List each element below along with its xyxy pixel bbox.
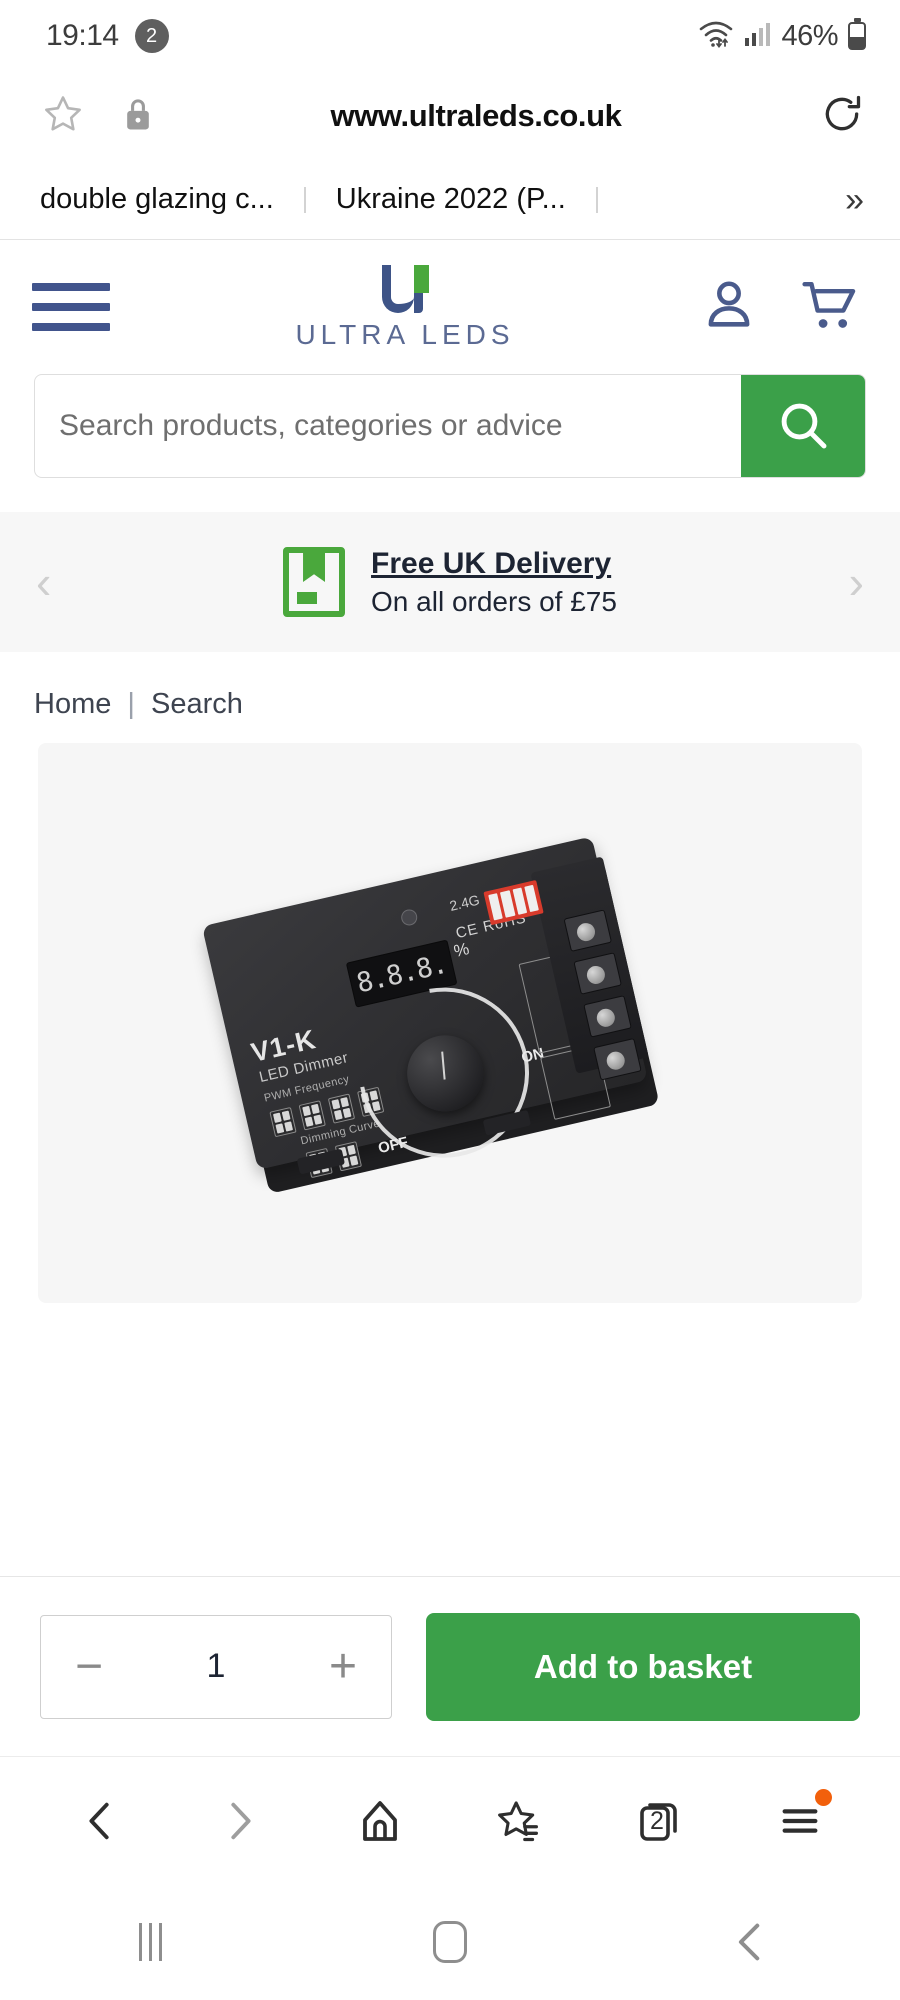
banner-slide[interactable]: Free UK Delivery On all orders of £75 xyxy=(283,547,617,618)
android-back-button[interactable] xyxy=(704,1896,796,1988)
menu-update-badge-icon xyxy=(815,1788,832,1806)
banner-subtitle: On all orders of £75 xyxy=(371,585,617,617)
browser-bottom-toolbar: 2 xyxy=(0,1756,900,1884)
add-to-basket-button[interactable]: Add to basket xyxy=(426,1612,860,1721)
device-push-button xyxy=(399,907,419,928)
promo-banner-carousel: ‹ Free UK Delivery On all orders of £75 … xyxy=(0,512,900,652)
recents-icon xyxy=(138,1923,162,1961)
android-navigation-bar xyxy=(0,1884,900,2000)
browser-back-button[interactable] xyxy=(54,1775,146,1867)
site-header: ULTRA LEDS xyxy=(0,240,900,374)
lock-icon[interactable] xyxy=(124,97,152,136)
device-frequency-label: 2.4G xyxy=(447,891,482,914)
battery-percent-label: 46% xyxy=(781,19,838,52)
star-list-icon xyxy=(498,1800,538,1841)
search-input[interactable] xyxy=(35,375,741,477)
banner-title-link[interactable]: Free UK Delivery xyxy=(371,547,617,581)
product-image-container[interactable]: 2.4G CE RoHS 8.8.8. % V1-K LED Dimmer PW… xyxy=(38,743,862,1303)
breadcrumb: Home | Search xyxy=(0,652,900,743)
chevron-right-icon xyxy=(231,1802,251,1839)
status-bar: 19:14 2 46% xyxy=(0,0,900,72)
product-image-led-dimmer: 2.4G CE RoHS 8.8.8. % V1-K LED Dimmer PW… xyxy=(201,827,698,1218)
tab-separator xyxy=(595,186,598,213)
chevron-left-icon xyxy=(89,1802,109,1839)
logo-wordmark: ULTRA LEDS xyxy=(295,319,515,350)
status-time: 19:14 xyxy=(46,19,119,52)
search-section xyxy=(0,374,900,478)
search-bar xyxy=(34,374,866,478)
wifi-icon xyxy=(699,20,733,53)
tab-item-0[interactable]: double glazing c... xyxy=(40,183,274,216)
banner-prev-arrow-icon[interactable]: ‹ xyxy=(28,559,59,605)
sticky-buy-bar: − 1 + Add to basket xyxy=(0,1576,900,1756)
browser-bookmarks-button[interactable] xyxy=(474,1775,566,1867)
logo-mark-icon xyxy=(378,263,432,315)
android-recents-button[interactable] xyxy=(104,1896,196,1988)
star-outline-icon[interactable] xyxy=(42,93,84,140)
banner-text-group: Free UK Delivery On all orders of £75 xyxy=(371,547,617,618)
breadcrumb-item-search[interactable]: Search xyxy=(151,688,243,720)
tabs-overflow-chevron-icon[interactable]: » xyxy=(845,183,874,217)
browser-url-bar[interactable]: www.ultraleds.co.uk xyxy=(0,72,900,160)
quantity-decrement-button[interactable]: − xyxy=(75,1642,103,1689)
quantity-stepper: − 1 + xyxy=(40,1614,392,1719)
browser-tabs-button[interactable]: 2 xyxy=(614,1775,706,1867)
notification-count-badge: 2 xyxy=(134,19,169,53)
signal-bars-icon xyxy=(743,21,771,52)
hamburger-menu-icon[interactable] xyxy=(32,283,110,331)
browser-menu-button[interactable] xyxy=(754,1775,846,1867)
url-bar-left-icons xyxy=(42,93,152,140)
account-person-icon[interactable] xyxy=(700,276,758,339)
status-bar-left: 19:14 2 xyxy=(46,19,169,53)
quantity-increment-button[interactable]: + xyxy=(329,1642,357,1689)
battery-icon xyxy=(848,18,866,50)
device-percent-symbol: % xyxy=(451,939,471,962)
home-icon xyxy=(363,1800,397,1841)
url-text[interactable]: www.ultraleds.co.uk xyxy=(152,98,820,134)
quantity-value[interactable]: 1 xyxy=(207,1647,226,1686)
phone-screen: 19:14 2 46% www.ultraleds.co.uk double g… xyxy=(0,0,900,2000)
search-submit-button[interactable] xyxy=(741,375,865,477)
site-logo[interactable]: ULTRA LEDS xyxy=(110,263,700,351)
shopping-cart-icon[interactable] xyxy=(800,276,860,339)
search-magnifier-icon xyxy=(775,397,831,456)
status-bar-right: 46% xyxy=(699,18,866,53)
delivery-box-icon xyxy=(283,547,346,617)
browser-tabs-count: 2 xyxy=(650,1807,664,1835)
breadcrumb-item-home[interactable]: Home xyxy=(34,688,111,720)
android-home-button[interactable] xyxy=(404,1896,496,1988)
tab-item-1[interactable]: Ukraine 2022 (P... xyxy=(336,183,566,216)
tab-separator xyxy=(303,186,306,213)
browser-tab-strip: double glazing c... Ukraine 2022 (P... » xyxy=(0,160,900,240)
back-chevron-icon xyxy=(738,1923,760,1961)
header-icon-group xyxy=(700,276,866,339)
page-content: Home | Search 2.4G CE RoHS 8.8.8. % V1-K… xyxy=(0,652,900,1756)
browser-forward-button[interactable] xyxy=(194,1775,286,1867)
device-red-dip-switch xyxy=(483,879,544,926)
banner-next-arrow-icon[interactable]: › xyxy=(841,559,872,605)
reload-icon[interactable] xyxy=(820,92,864,141)
hamburger-menu-icon xyxy=(782,1808,818,1833)
home-pill-icon xyxy=(433,1921,467,1963)
breadcrumb-separator: | xyxy=(127,688,135,720)
browser-home-button[interactable] xyxy=(334,1775,426,1867)
